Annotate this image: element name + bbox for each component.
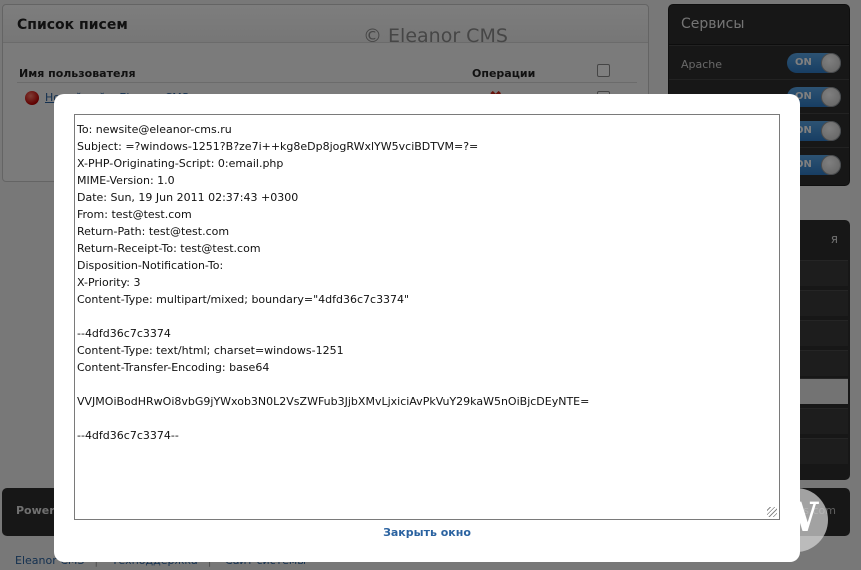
email-line: Return-Path: test@test.com	[77, 225, 230, 238]
email-line: X-PHP-Originating-Script: 0:email.php	[77, 157, 284, 170]
email-line: --4dfd36c7c3374	[77, 327, 171, 340]
email-line	[77, 308, 779, 325]
email-line: Date: Sun, 19 Jun 2011 02:37:43 +0300	[77, 191, 299, 204]
email-line	[77, 410, 779, 427]
email-line: To: newsite@eleanor-cms.ru	[77, 123, 232, 136]
email-line: Disposition-Notification-To:	[77, 259, 224, 272]
email-line	[77, 376, 779, 393]
email-line: MIME-Version: 1.0	[77, 174, 175, 187]
email-line: Content-Type: multipart/mixed; boundary=…	[77, 293, 410, 306]
email-line: Return-Receipt-To: test@test.com	[77, 242, 261, 255]
email-line: From: test@test.com	[77, 208, 192, 221]
close-window-link[interactable]: Закрыть окно	[54, 526, 800, 539]
email-line: X-Priority: 3	[77, 276, 141, 289]
email-source-textarea[interactable]: To: newsite@eleanor-cms.ru Subject: =?wi…	[74, 114, 780, 520]
email-line: VVJMOiBodHRwOi8vbG9jYWxob3N0L2VsZWFub3Jj…	[77, 395, 590, 408]
email-line: Content-Transfer-Encoding: base64	[77, 361, 270, 374]
email-line: Subject: =?windows-1251?B?ze7i++kg8eDp8j…	[77, 140, 479, 153]
resize-handle-icon[interactable]	[767, 507, 777, 517]
email-line: Content-Type: text/html; charset=windows…	[77, 344, 344, 357]
email-line: --4dfd36c7c3374--	[77, 429, 179, 442]
email-source-modal: To: newsite@eleanor-cms.ru Subject: =?wi…	[54, 94, 800, 562]
